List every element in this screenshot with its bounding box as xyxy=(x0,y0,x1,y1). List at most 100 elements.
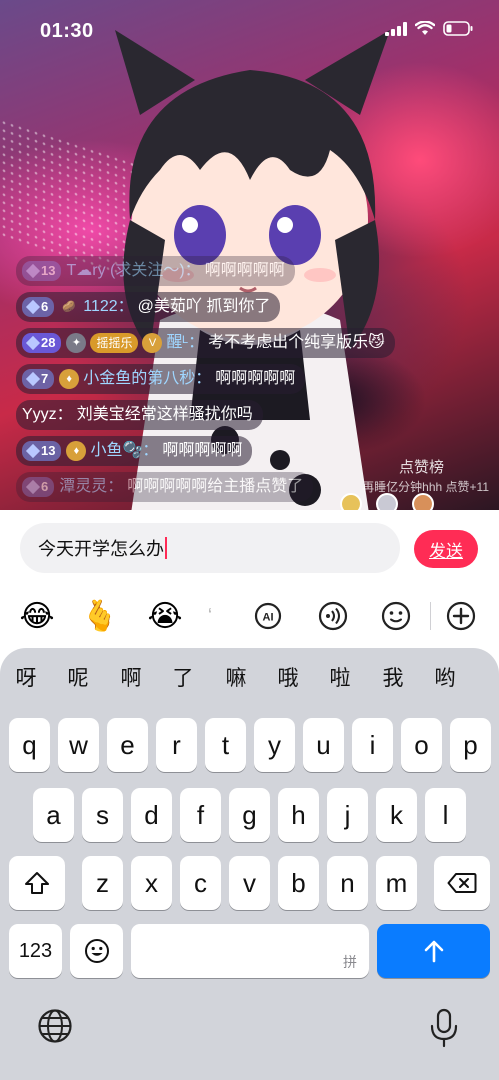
user-level-badge: 28 xyxy=(22,333,62,353)
chat-username[interactable]: 醒ᴸ： xyxy=(166,331,204,355)
cellular-signal-icon xyxy=(385,21,407,36)
user-level-badge: 6 xyxy=(22,477,55,497)
chat-message[interactable]: 6 🥔 1122： @美茹吖 抓到你了 xyxy=(16,292,281,322)
key-d[interactable]: d xyxy=(131,788,172,842)
globe-icon[interactable] xyxy=(37,1008,73,1049)
backspace-icon xyxy=(447,873,477,893)
chat-text: @美茹吖 抓到你了 xyxy=(137,298,271,315)
emoji-key[interactable] xyxy=(70,924,123,978)
key-k[interactable]: k xyxy=(376,788,417,842)
gem-icon xyxy=(25,299,41,315)
key-y[interactable]: y xyxy=(254,718,295,772)
key-g[interactable]: g xyxy=(229,788,270,842)
chat-username[interactable]: 小鱼🫧： xyxy=(90,439,158,463)
fan-badge-icon: ♦ xyxy=(66,441,87,461)
emoji-panel-icon[interactable] xyxy=(376,594,416,638)
chat-message[interactable]: 13 ♦ 小鱼🫧： 啊啊啊啊啊 xyxy=(16,436,253,466)
candidate-word[interactable]: 呀 xyxy=(6,662,46,692)
more-emoji-hint: ‘ xyxy=(207,604,213,627)
candidate-word[interactable]: 哦 xyxy=(268,662,308,692)
key-b[interactable]: b xyxy=(278,856,319,910)
candidate-word[interactable]: 呢 xyxy=(58,662,98,692)
key-q[interactable]: q xyxy=(9,718,50,772)
candidate-word[interactable]: 我 xyxy=(373,662,413,692)
key-h[interactable]: h xyxy=(278,788,319,842)
send-button[interactable]: 发送 xyxy=(414,530,478,568)
key-x[interactable]: x xyxy=(131,856,172,910)
key-c[interactable]: c xyxy=(180,856,221,910)
fan-badge-icon: 🥔 xyxy=(62,301,77,313)
shift-arrow-icon xyxy=(25,872,49,894)
numbers-key[interactable]: 123 xyxy=(9,924,62,978)
emoji-face-icon xyxy=(84,939,109,963)
gem-icon xyxy=(25,263,41,279)
user-level-badge: 7 xyxy=(22,369,55,389)
toolbar-divider xyxy=(430,602,431,630)
chat-username[interactable]: 潭灵灵： xyxy=(59,475,123,499)
live-stream-video[interactable]: 01:30 13 T☁ry (求关注～)： 啊啊啊啊啊 6 🥔 1122： @美… xyxy=(0,0,499,512)
key-f[interactable]: f xyxy=(180,788,221,842)
key-l[interactable]: l xyxy=(425,788,466,842)
chat-text: 啊啊啊啊啊 xyxy=(127,478,208,495)
plus-icon[interactable] xyxy=(441,594,481,638)
status-bar: 01:30 xyxy=(0,0,499,60)
candidate-word[interactable]: 啦 xyxy=(320,662,360,692)
return-key[interactable] xyxy=(377,924,490,978)
globe-glyph xyxy=(38,1009,72,1043)
dictation-mic-icon[interactable] xyxy=(428,1008,460,1053)
chat-username[interactable]: 1122： xyxy=(83,295,133,319)
candidate-word[interactable]: 了 xyxy=(163,662,203,692)
chat-text: 刘美宝经常这样骚扰你吗 xyxy=(76,406,253,423)
rank-badge-icon: ✦ xyxy=(66,333,87,353)
emoji-laugh-cry-icon[interactable]: 😂 xyxy=(17,594,57,638)
like-rank-label[interactable]: 点赞榜 xyxy=(399,456,444,477)
smiley-glyph xyxy=(381,601,411,631)
user-level-badge: 13 xyxy=(22,441,62,461)
candidate-word[interactable]: 啊 xyxy=(111,662,151,692)
chat-text: 考不考虑出个纯享版乐😼 xyxy=(208,334,385,351)
emoji-finger-heart-icon[interactable]: 🫰 xyxy=(80,594,120,638)
candidate-word[interactable]: 嘛 xyxy=(216,662,256,692)
emoji-crying-icon[interactable]: 😭 xyxy=(145,594,185,638)
microphone-glyph xyxy=(430,1008,458,1048)
candidate-bar: 呀 呢 啊 了 嘛 哦 啦 我 哟 xyxy=(0,662,499,706)
backspace-key[interactable] xyxy=(434,856,490,910)
chat-message[interactable]: 6 潭灵灵： 啊啊啊啊啊 给主播点赞了 xyxy=(16,472,314,502)
key-o[interactable]: o xyxy=(401,718,442,772)
comment-input-value[interactable]: 今天开学怎么办 xyxy=(38,535,164,561)
user-level-badge: 6 xyxy=(22,297,55,317)
chat-message[interactable]: 28 ✦ 摇摇乐 V 醒ᴸ： 考不考虑出个纯享版乐😼 xyxy=(16,328,395,358)
key-t[interactable]: t xyxy=(205,718,246,772)
chat-username[interactable]: T☁ry (求关注～)： xyxy=(66,259,200,283)
key-p[interactable]: p xyxy=(450,718,491,772)
gem-icon xyxy=(25,443,41,459)
chat-message[interactable]: 13 T☁ry (求关注～)： 啊啊啊啊啊 xyxy=(16,256,295,286)
chat-message[interactable]: Yyyz： 刘美宝经常这样骚扰你吗 xyxy=(16,400,263,430)
chat-list[interactable]: 13 T☁ry (求关注～)： 啊啊啊啊啊 6 🥔 1122： @美茹吖 抓到你… xyxy=(16,256,456,508)
chat-message[interactable]: 7 ♦ 小金鱼的第八秒： 啊啊啊啊啊 xyxy=(16,364,306,394)
key-a[interactable]: a xyxy=(33,788,74,842)
voice-input-icon[interactable] xyxy=(313,594,353,638)
chat-username[interactable]: Yyyz： xyxy=(22,403,73,427)
key-w[interactable]: w xyxy=(58,718,99,772)
comment-input[interactable]: 今天开学怎么办 xyxy=(20,523,400,573)
key-s[interactable]: s xyxy=(82,788,123,842)
shift-key[interactable] xyxy=(9,856,65,910)
emoji-toolbar: 😂 🫰 😭 ‘ AI xyxy=(0,594,499,638)
candidate-word[interactable]: 哟 xyxy=(425,662,465,692)
key-v[interactable]: v xyxy=(229,856,270,910)
key-z[interactable]: z xyxy=(82,856,123,910)
status-time: 01:30 xyxy=(40,20,94,42)
chat-text: 啊啊啊啊啊 xyxy=(215,370,296,387)
key-e[interactable]: e xyxy=(107,718,148,772)
key-j[interactable]: j xyxy=(327,788,368,842)
space-key[interactable]: 拼 xyxy=(131,924,369,978)
chat-username[interactable]: 小金鱼的第八秒： xyxy=(83,367,211,391)
ai-glyph: AI xyxy=(254,602,282,630)
ai-icon[interactable]: AI xyxy=(248,594,288,638)
key-r[interactable]: r xyxy=(156,718,197,772)
key-m[interactable]: m xyxy=(376,856,417,910)
key-n[interactable]: n xyxy=(327,856,368,910)
key-u[interactable]: u xyxy=(303,718,344,772)
key-i[interactable]: i xyxy=(352,718,393,772)
